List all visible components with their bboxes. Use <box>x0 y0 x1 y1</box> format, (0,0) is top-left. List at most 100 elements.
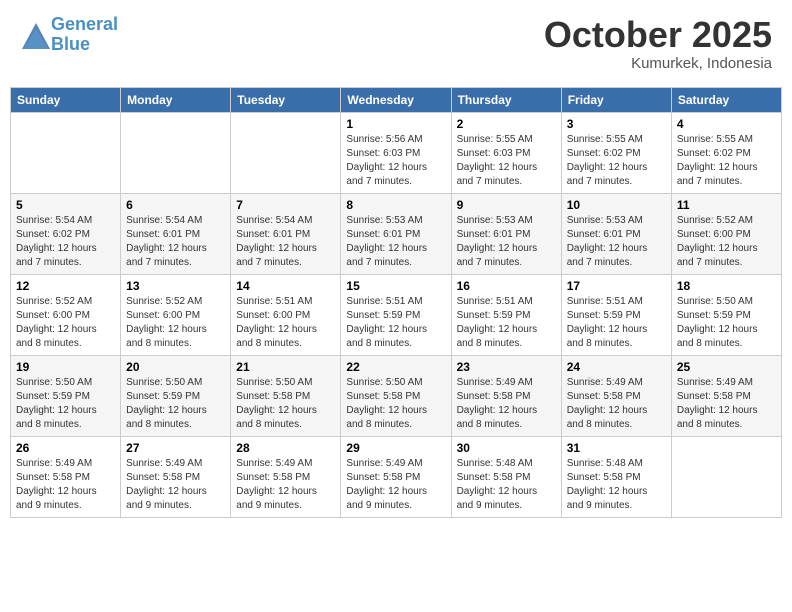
day-info: Sunrise: 5:52 AMSunset: 6:00 PMDaylight:… <box>126 295 225 351</box>
calendar-cell: 30Sunrise: 5:48 AMSunset: 5:58 PMDayligh… <box>451 436 561 517</box>
calendar-cell: 23Sunrise: 5:49 AMSunset: 5:58 PMDayligh… <box>451 355 561 436</box>
calendar-cell: 4Sunrise: 5:55 AMSunset: 6:02 PMDaylight… <box>671 112 781 193</box>
page-header: General Blue October 2025 Kumurkek, Indo… <box>10 10 782 77</box>
day-number: 11 <box>677 198 776 212</box>
calendar-cell: 13 Sunrise: 5:52 AMSunset: 6:00 PMDayligh… <box>121 274 231 355</box>
day-info: Sunrise: 5:50 AMSunset: 5:58 PMDaylight:… <box>346 376 445 432</box>
day-number: 27 <box>126 441 225 455</box>
day-number: 24 <box>567 360 666 374</box>
calendar-cell: 21 Sunrise: 5:50 AMSunset: 5:58 PMDayligh… <box>231 355 341 436</box>
weekday-header-row: SundayMondayTuesdayWednesdayThursdayFrid… <box>11 87 782 112</box>
weekday-header-sunday: Sunday <box>11 87 121 112</box>
day-info: Sunrise: 5:51 AMSunset: 5:59 PMDaylight:… <box>346 295 445 351</box>
day-info: Sunrise: 5:54 AMSunset: 6:01 PMDaylight:… <box>236 214 335 270</box>
day-info: Sunrise: 5:51 AMSunset: 5:59 PMDaylight:… <box>457 295 556 351</box>
calendar-cell <box>671 436 781 517</box>
day-number: 6 <box>126 198 225 212</box>
calendar-cell: 10 Sunrise: 5:53 AMSunset: 6:01 PMDayligh… <box>561 193 671 274</box>
calendar-cell: 17 Sunrise: 5:51 AMSunset: 5:59 PMDayligh… <box>561 274 671 355</box>
calendar-cell: 15 Sunrise: 5:51 AMSunset: 5:59 PMDayligh… <box>341 274 451 355</box>
logo: General Blue <box>20 15 118 55</box>
day-info: Sunrise: 5:52 AMSunset: 6:00 PMDaylight:… <box>16 295 115 351</box>
calendar-cell: 9 Sunrise: 5:53 AMSunset: 6:01 PMDaylight… <box>451 193 561 274</box>
day-number: 5 <box>16 198 115 212</box>
calendar-cell: 28 Sunrise: 5:49 AMSunset: 5:58 PMDayligh… <box>231 436 341 517</box>
day-number: 17 <box>567 279 666 293</box>
day-info: Sunrise: 5:50 AMSunset: 5:59 PMDaylight:… <box>126 376 225 432</box>
calendar-week-row: 12 Sunrise: 5:52 AMSunset: 6:00 PMDayligh… <box>11 274 782 355</box>
calendar-cell <box>121 112 231 193</box>
calendar-cell: 8Sunrise: 5:53 AMSunset: 6:01 PMDaylight… <box>341 193 451 274</box>
day-number: 1 <box>346 117 445 131</box>
logo-icon <box>20 21 48 49</box>
calendar-cell: 6Sunrise: 5:54 AMSunset: 6:01 PMDaylight… <box>121 193 231 274</box>
day-number: 2 <box>457 117 556 131</box>
calendar-cell: 24 Sunrise: 5:49 AMSunset: 5:58 PMDayligh… <box>561 355 671 436</box>
day-info: Sunrise: 5:51 AMSunset: 5:59 PMDaylight:… <box>567 295 666 351</box>
weekday-header-friday: Friday <box>561 87 671 112</box>
calendar-cell: 22 Sunrise: 5:50 AMSunset: 5:58 PMDayligh… <box>341 355 451 436</box>
calendar-week-row: 5 Sunrise: 5:54 AMSunset: 6:02 PMDaylight… <box>11 193 782 274</box>
day-number: 19 <box>16 360 115 374</box>
calendar-cell <box>11 112 121 193</box>
day-info: Sunrise: 5:55 AMSunset: 6:03 PMDaylight:… <box>457 133 556 189</box>
weekday-header-thursday: Thursday <box>451 87 561 112</box>
day-number: 12 <box>16 279 115 293</box>
day-info: Sunrise: 5:53 AMSunset: 6:01 PMDaylight:… <box>346 214 445 270</box>
day-number: 31 <box>567 441 666 455</box>
day-number: 28 <box>236 441 335 455</box>
day-info: Sunrise: 5:50 AMSunset: 5:59 PMDaylight:… <box>677 295 776 351</box>
day-number: 9 <box>457 198 556 212</box>
day-info: Sunrise: 5:53 AMSunset: 6:01 PMDaylight:… <box>457 214 556 270</box>
day-info: Sunrise: 5:52 AMSunset: 6:00 PMDaylight:… <box>677 214 776 270</box>
day-info: Sunrise: 5:49 AMSunset: 5:58 PMDaylight:… <box>236 457 335 513</box>
day-number: 25 <box>677 360 776 374</box>
calendar-cell: 25Sunrise: 5:49 AMSunset: 5:58 PMDayligh… <box>671 355 781 436</box>
logo-line2: Blue <box>51 34 90 54</box>
day-number: 13 <box>126 279 225 293</box>
calendar-cell: 31 Sunrise: 5:48 AMSunset: 5:58 PMDayligh… <box>561 436 671 517</box>
day-info: Sunrise: 5:49 AMSunset: 5:58 PMDaylight:… <box>16 457 115 513</box>
day-info: Sunrise: 5:50 AMSunset: 5:59 PMDaylight:… <box>16 376 115 432</box>
weekday-header-tuesday: Tuesday <box>231 87 341 112</box>
day-info: Sunrise: 5:54 AMSunset: 6:02 PMDaylight:… <box>16 214 115 270</box>
calendar-cell: 20 Sunrise: 5:50 AMSunset: 5:59 PMDayligh… <box>121 355 231 436</box>
title-block: October 2025 Kumurkek, Indonesia <box>544 15 772 72</box>
day-number: 7 <box>236 198 335 212</box>
calendar-week-row: 19 Sunrise: 5:50 AMSunset: 5:59 PMDayligh… <box>11 355 782 436</box>
day-info: Sunrise: 5:53 AMSunset: 6:01 PMDaylight:… <box>567 214 666 270</box>
day-number: 23 <box>457 360 556 374</box>
day-number: 21 <box>236 360 335 374</box>
month-title: October 2025 <box>544 15 772 55</box>
weekday-header-monday: Monday <box>121 87 231 112</box>
calendar-table: SundayMondayTuesdayWednesdayThursdayFrid… <box>10 87 782 518</box>
day-number: 29 <box>346 441 445 455</box>
day-number: 10 <box>567 198 666 212</box>
day-info: Sunrise: 5:48 AMSunset: 5:58 PMDaylight:… <box>457 457 556 513</box>
day-number: 15 <box>346 279 445 293</box>
calendar-cell: 1 Sunrise: 5:56 AMSunset: 6:03 PMDaylight… <box>341 112 451 193</box>
day-number: 16 <box>457 279 556 293</box>
calendar-cell <box>231 112 341 193</box>
day-info: Sunrise: 5:48 AMSunset: 5:58 PMDaylight:… <box>567 457 666 513</box>
calendar-cell: 19 Sunrise: 5:50 AMSunset: 5:59 PMDayligh… <box>11 355 121 436</box>
calendar-cell: 12 Sunrise: 5:52 AMSunset: 6:00 PMDayligh… <box>11 274 121 355</box>
day-info: Sunrise: 5:49 AMSunset: 5:58 PMDaylight:… <box>567 376 666 432</box>
calendar-cell: 3Sunrise: 5:55 AMSunset: 6:02 PMDaylight… <box>561 112 671 193</box>
day-number: 26 <box>16 441 115 455</box>
day-number: 3 <box>567 117 666 131</box>
calendar-cell: 26 Sunrise: 5:49 AMSunset: 5:58 PMDayligh… <box>11 436 121 517</box>
day-number: 18 <box>677 279 776 293</box>
day-info: Sunrise: 5:56 AMSunset: 6:03 PMDaylight:… <box>346 133 445 189</box>
calendar-cell: 2 Sunrise: 5:55 AMSunset: 6:03 PMDaylight… <box>451 112 561 193</box>
day-info: Sunrise: 5:55 AMSunset: 6:02 PMDaylight:… <box>677 133 776 189</box>
day-number: 22 <box>346 360 445 374</box>
calendar-cell: 7 Sunrise: 5:54 AMSunset: 6:01 PMDaylight… <box>231 193 341 274</box>
calendar-cell: 29 Sunrise: 5:49 AMSunset: 5:58 PMDayligh… <box>341 436 451 517</box>
logo-line1: General <box>51 14 118 34</box>
day-info: Sunrise: 5:49 AMSunset: 5:58 PMDaylight:… <box>346 457 445 513</box>
day-info: Sunrise: 5:50 AMSunset: 5:58 PMDaylight:… <box>236 376 335 432</box>
weekday-header-wednesday: Wednesday <box>341 87 451 112</box>
calendar-cell: 14Sunrise: 5:51 AMSunset: 6:00 PMDayligh… <box>231 274 341 355</box>
day-number: 20 <box>126 360 225 374</box>
